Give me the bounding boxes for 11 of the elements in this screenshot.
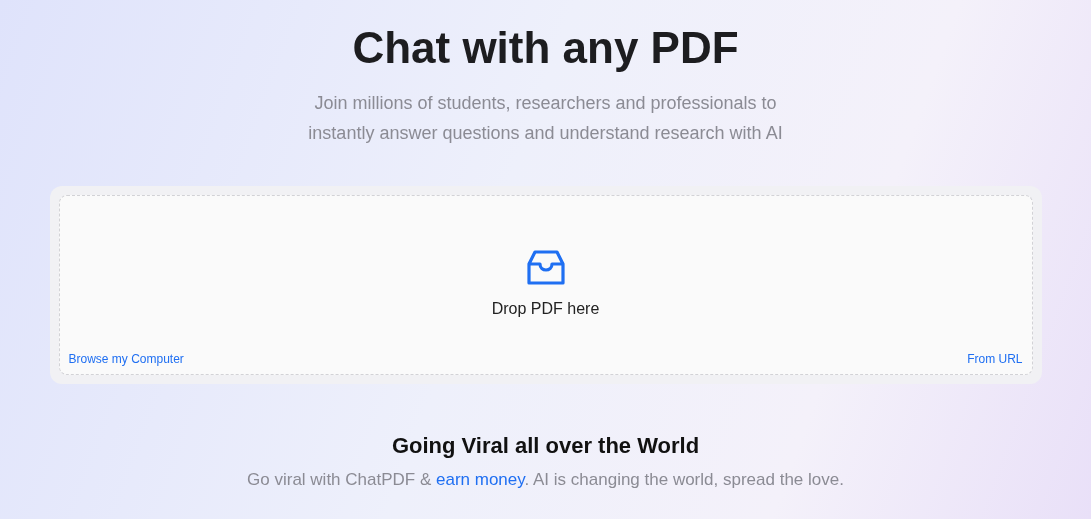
page-title: Chat with any PDF (352, 22, 739, 74)
drop-label: Drop PDF here (491, 300, 600, 318)
subtitle-line: instantly answer questions and understand research with AI (308, 122, 783, 145)
earn-money-link[interactable]: earn money (436, 470, 525, 489)
browse-link[interactable]: Browse my Computer (68, 352, 184, 366)
drop-zone[interactable]: Drop PDF here Browse my Computer From URL (58, 195, 1033, 375)
section-heading: Going Viral all over the World (391, 432, 700, 460)
url-link[interactable]: From URL (967, 352, 1023, 366)
inbox-icon (526, 250, 565, 286)
subtitle-line: Join millions of students, researchers and professionals to (314, 92, 777, 115)
viral-text: Go viral with ChatPDF & earn money. AI is changing the world, spread the love. (247, 470, 844, 490)
